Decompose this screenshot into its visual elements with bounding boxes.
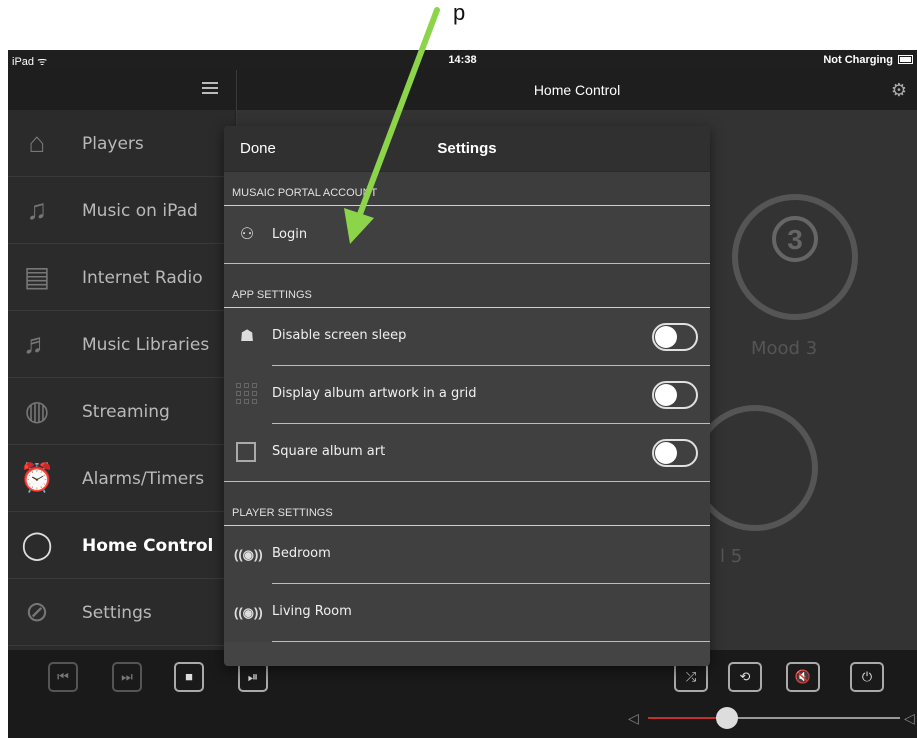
gear-icon[interactable]: ⚙ — [891, 80, 907, 101]
radio-icon: ▤ — [23, 261, 51, 292]
lightbulb-icon: ◯ — [21, 529, 53, 560]
section-header-app: APP SETTINGS — [224, 264, 710, 308]
sidebar-item-home-control[interactable]: ◯ Home Control — [8, 512, 236, 579]
sidebar-item-label: Music Libraries — [82, 335, 210, 355]
modal-header: Done Settings — [224, 126, 710, 172]
section-header-player: PLAYER SETTINGS — [224, 482, 710, 526]
caption-text: p — [453, 0, 466, 25]
mute-button[interactable]: 🔇 — [786, 662, 820, 692]
next-button[interactable]: ⏭ — [112, 662, 142, 692]
section-header-label: APP SETTINGS — [232, 289, 312, 301]
section-header-account: MUSAIC PORTAL ACCOUNT — [224, 172, 710, 206]
sidebar-item-label: Home Control — [82, 536, 214, 556]
mood-3-number: 3 — [772, 216, 818, 262]
volume-low-icon: ◁ — [628, 710, 639, 726]
sidebar: ⌂ Players ♫ Music on iPad ▤ Internet Rad… — [8, 110, 236, 650]
shuffle-button[interactable]: ⤮ — [674, 662, 708, 692]
music-library-icon: ♬ — [23, 328, 51, 359]
sidebar-item-players[interactable]: ⌂ Players — [8, 110, 236, 177]
volume-high-icon: ◁ — [904, 710, 915, 726]
power-button[interactable]: ⏻ — [850, 662, 884, 692]
stop-button[interactable]: ■ — [174, 662, 204, 692]
sidebar-item-streaming[interactable]: ◍ Streaming — [8, 378, 236, 445]
page-title: Home Control — [533, 82, 621, 98]
mood-5-label: l 5 — [720, 546, 743, 567]
house-icon: ⌂ — [28, 127, 46, 158]
player-row-living-room[interactable]: ((◉)) Living Room — [224, 584, 710, 642]
player-living-room-label: Living Room — [272, 604, 352, 619]
caption-area: p — [0, 0, 917, 50]
login-label: Login — [272, 227, 308, 242]
square-album-art-label: Square album art — [272, 444, 386, 459]
globe-icon: ◍ — [24, 395, 50, 426]
hamburger-menu-icon[interactable] — [202, 82, 218, 96]
sidebar-item-label: Alarms/Timers — [82, 469, 205, 489]
mood-3-label: Mood 3 — [751, 338, 818, 359]
player-bedroom-label: Bedroom — [272, 546, 331, 561]
section-header-label: MUSAIC PORTAL ACCOUNT — [232, 187, 378, 199]
volume-slider-knob[interactable] — [716, 707, 738, 729]
sidebar-item-music-libraries[interactable]: ♬ Music Libraries — [8, 311, 236, 378]
alarm-clock-icon: ⏰ — [19, 462, 55, 493]
sidebar-item-label: Streaming — [82, 402, 170, 422]
sleep-icon: ☗ — [239, 328, 255, 345]
square-icon — [236, 442, 256, 462]
square-album-art-row: Square album art — [224, 424, 710, 482]
sidebar-item-settings[interactable]: ⊘ Settings — [8, 579, 236, 646]
sidebar-item-label: Settings — [82, 603, 152, 623]
volume-slider-track[interactable] — [724, 717, 900, 719]
album-grid-row: Display album artwork in a grid — [224, 366, 710, 424]
sidebar-item-music-on-ipad[interactable]: ♫ Music on iPad — [8, 177, 236, 244]
section-header-label: PLAYER SETTINGS — [232, 507, 333, 519]
disable-screen-sleep-toggle[interactable] — [652, 323, 698, 351]
ipad-screen: iPad ᯤ 14:38 Not Charging Home Control ⚙… — [8, 50, 917, 738]
play-pause-button[interactable]: ⏯ — [238, 662, 268, 692]
settings-modal: Done Settings MUSAIC PORTAL ACCOUNT ⚇ Lo… — [224, 126, 710, 666]
grid-icon — [236, 383, 258, 405]
clock: 14:38 — [448, 54, 477, 66]
previous-button[interactable]: ⏮ — [48, 662, 78, 692]
square-album-art-toggle[interactable] — [652, 439, 698, 467]
repeat-button[interactable]: ⟲ — [728, 662, 762, 692]
album-grid-label: Display album artwork in a grid — [272, 386, 477, 401]
wrench-icon: ⊘ — [25, 596, 49, 627]
speaker-icon: ((◉)) — [234, 605, 263, 620]
sidebar-item-label: Music on iPad — [82, 201, 198, 221]
speaker-icon: ((◉)) — [234, 547, 263, 562]
album-grid-toggle[interactable] — [652, 381, 698, 409]
mood-5-button[interactable] — [692, 405, 818, 531]
disable-screen-sleep-row: ☗ Disable screen sleep — [224, 308, 710, 366]
modal-title: Settings — [437, 140, 497, 157]
battery-status: Not Charging — [823, 54, 893, 66]
nav-bar: Home Control ⚙ — [8, 70, 917, 110]
volume-slider-fill — [648, 717, 724, 719]
sidebar-item-alarms-timers[interactable]: ⏰ Alarms/Timers — [8, 445, 236, 512]
sidebar-item-label: Players — [82, 134, 144, 154]
user-icon: ⚇ — [239, 226, 255, 243]
sidebar-item-internet-radio[interactable]: ▤ Internet Radio — [8, 244, 236, 311]
sidebar-item-label: Internet Radio — [82, 268, 203, 288]
music-note-icon: ♫ — [26, 194, 48, 225]
login-row[interactable]: ⚇ Login — [224, 206, 710, 264]
status-bar: iPad ᯤ 14:38 Not Charging — [8, 50, 917, 70]
battery-icon — [898, 55, 913, 64]
mood-3-button[interactable]: 3 — [732, 194, 858, 320]
disable-screen-sleep-label: Disable screen sleep — [272, 328, 407, 343]
player-row-bedroom[interactable]: ((◉)) Bedroom — [224, 526, 710, 584]
